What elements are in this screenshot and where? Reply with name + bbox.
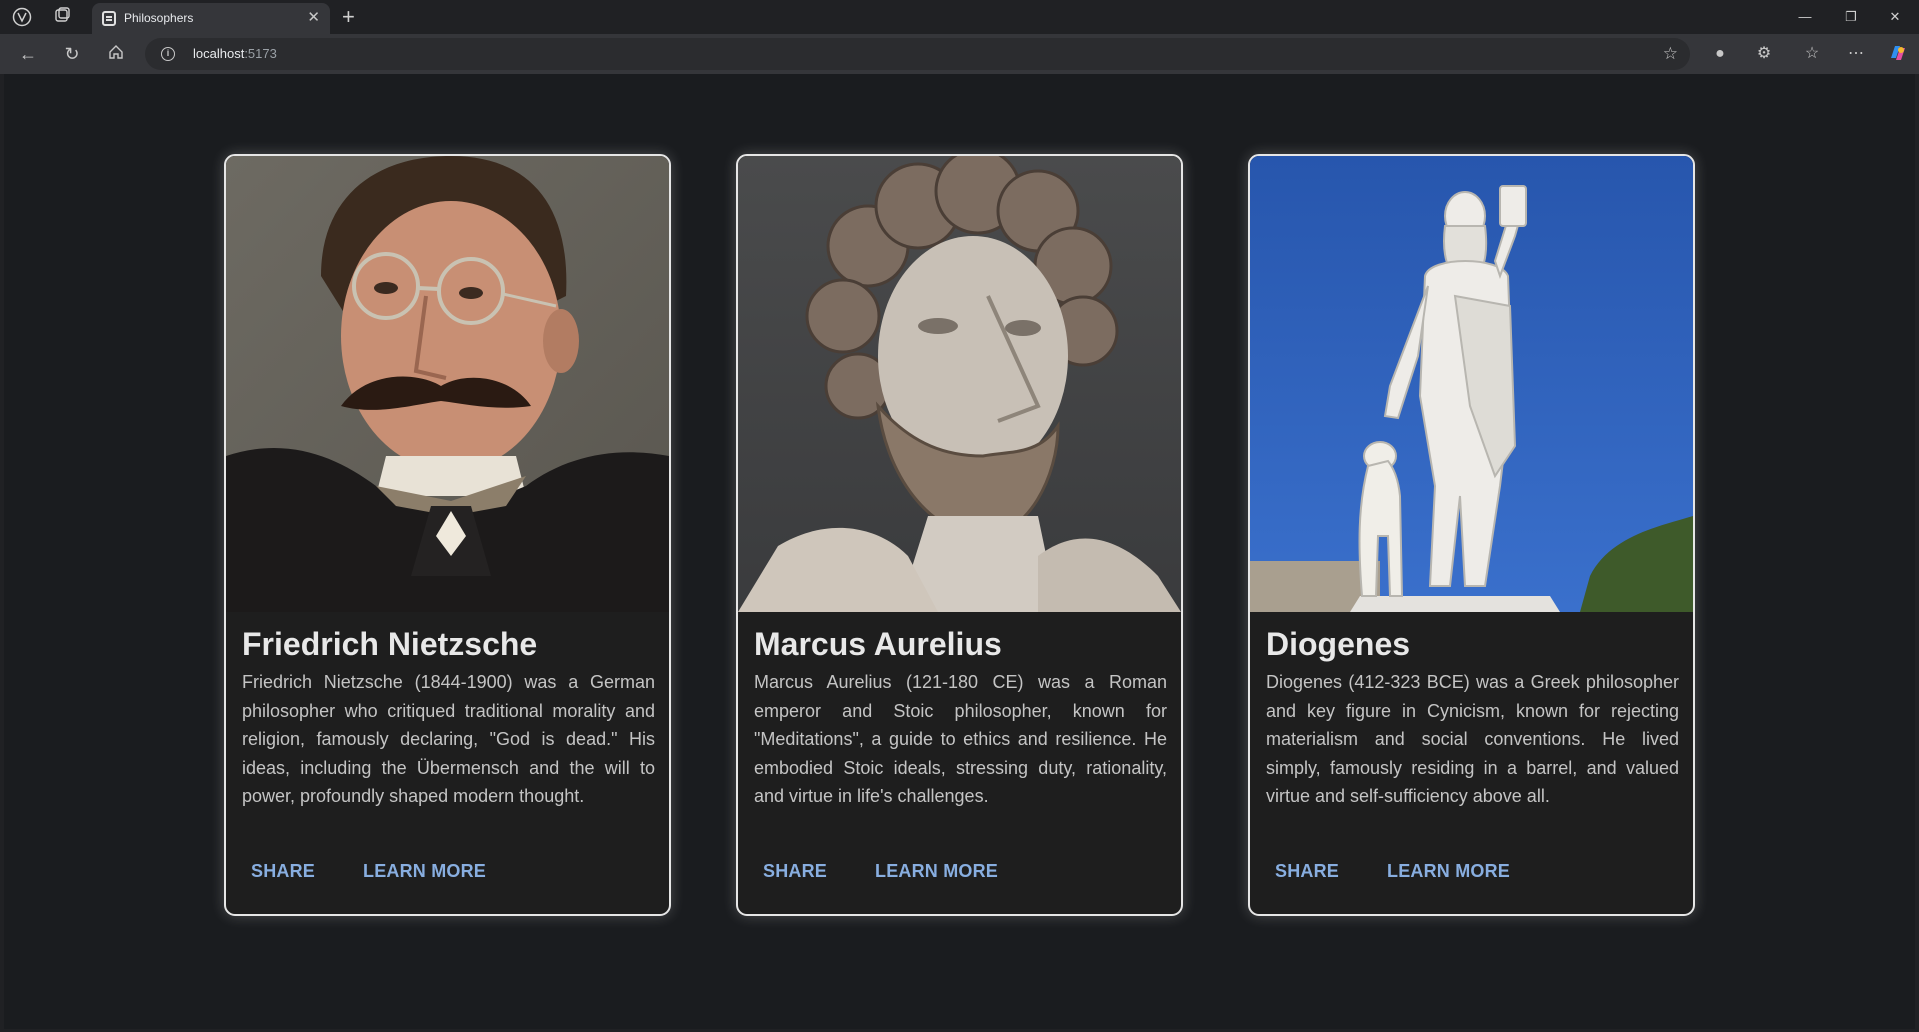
profile-icon[interactable] (12, 7, 32, 27)
more-menu-icon[interactable]: ⋯ (1844, 42, 1868, 66)
diogenes-statue (1250, 156, 1693, 612)
card-description: Marcus Aurelius (121-180 CE) was a Roman… (754, 672, 1167, 806)
workspaces-icon[interactable] (52, 7, 72, 27)
close-tab-icon[interactable]: ✕ (307, 9, 320, 27)
tab-title: Philosophers (124, 11, 194, 25)
favorites-icon[interactable]: ☆ (1800, 42, 1824, 66)
favorite-star-icon[interactable]: ☆ (1663, 43, 1678, 65)
url-host: localhost (193, 46, 245, 61)
minimize-icon[interactable]: — (1790, 7, 1820, 27)
tab-philosophers[interactable]: Philosophers ✕ (92, 3, 330, 34)
learn-more-button[interactable]: LEARN MORE (1387, 861, 1510, 882)
home-icon[interactable] (104, 43, 128, 65)
restore-icon[interactable]: ❐ (1836, 7, 1866, 27)
card-title: Marcus Aurelius (754, 626, 1002, 662)
browser-toolbar: ← ↻ i localhost:5173 ☆ ● ⚙ ☆ ⋯ (0, 34, 1919, 74)
url-text[interactable]: localhost:5173 (193, 46, 277, 61)
philosopher-card-marcus-aurelius: Marcus Aurelius Marcus Aurelius (121-180… (736, 154, 1183, 916)
page-viewport: Friedrich Nietzsche Friedrich Nietzsche … (4, 74, 1915, 1029)
extensions-puzzle-icon[interactable]: ⚙ (1752, 42, 1776, 66)
share-button[interactable]: SHARE (763, 861, 827, 882)
learn-more-button[interactable]: LEARN MORE (363, 861, 486, 882)
site-info-icon[interactable]: i (161, 47, 175, 61)
philosopher-card-diogenes: Diogenes Diogenes (412-323 BCE) was a Gr… (1248, 154, 1695, 916)
browser-titlebar: Philosophers ✕ + — ❐ ✕ (0, 0, 1919, 34)
copilot-icon[interactable] (1886, 42, 1910, 66)
url-port: :5173 (244, 46, 277, 61)
new-tab-icon[interactable]: + (342, 4, 355, 30)
share-button[interactable]: SHARE (251, 861, 315, 882)
nietzsche-portrait (226, 156, 669, 612)
page-favicon-icon (102, 11, 116, 26)
close-window-icon[interactable]: ✕ (1880, 7, 1910, 27)
back-icon[interactable]: ← (16, 43, 40, 65)
extension-icon[interactable]: ● (1708, 42, 1732, 66)
address-bar[interactable]: i localhost:5173 ☆ (145, 38, 1690, 70)
card-description: Friedrich Nietzsche (1844-1900) was a Ge… (242, 672, 655, 806)
learn-more-button[interactable]: LEARN MORE (875, 861, 998, 882)
card-title: Diogenes (1266, 626, 1411, 662)
card-description: Diogenes (412-323 BCE) was a Greek philo… (1266, 672, 1679, 806)
card-title: Friedrich Nietzsche (242, 626, 538, 662)
share-button[interactable]: SHARE (1275, 861, 1339, 882)
philosopher-card-nietzsche: Friedrich Nietzsche Friedrich Nietzsche … (224, 154, 671, 916)
marcus-aurelius-bust (738, 156, 1181, 612)
reload-icon[interactable]: ↻ (60, 43, 84, 65)
